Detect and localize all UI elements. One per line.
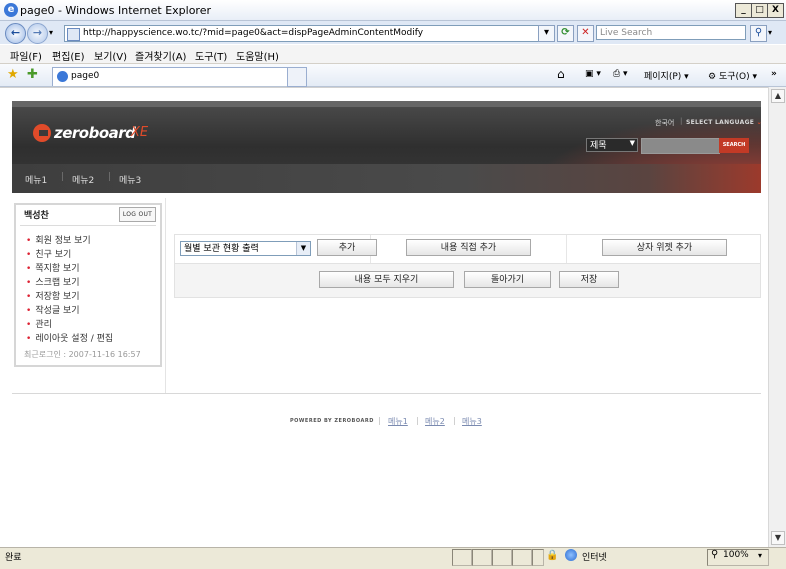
status-cell	[532, 549, 544, 566]
ie-page-icon	[57, 71, 68, 82]
site-logo[interactable]: zeroboard	[54, 124, 136, 142]
language-separator: |	[680, 117, 683, 125]
nav-menu2[interactable]: 메뉴2	[72, 173, 94, 186]
nav-separator: |	[108, 172, 112, 182]
status-cell	[512, 549, 532, 566]
vertical-scrollbar[interactable]: ▲ ▼	[768, 87, 786, 547]
account-link-admin[interactable]: • 관리	[26, 317, 52, 330]
site-logo-suffix: XE	[131, 125, 149, 140]
menu-help[interactable]: 도움말(H)	[236, 48, 279, 63]
menu-tools[interactable]: 도구(T)	[195, 48, 227, 63]
status-text: 완료	[5, 553, 22, 563]
footer-separator: |	[453, 416, 456, 425]
zoom-level[interactable]: 100%	[723, 550, 749, 560]
add-content-button[interactable]: 내용 직접 추가	[406, 239, 531, 256]
forward-arrow-icon[interactable]: →	[27, 23, 48, 44]
title-bar: e page0 - Windows Internet Explorer _ □ …	[0, 0, 786, 21]
account-link-written[interactable]: • 작성글 보기	[26, 303, 80, 316]
ie-logo-icon: e	[4, 3, 18, 17]
header-top-stripe	[12, 101, 761, 107]
account-link-saved[interactable]: • 저장함 보기	[26, 289, 80, 302]
search-type-select[interactable]: 제목 ▼	[586, 138, 638, 152]
status-cell	[452, 549, 472, 566]
left-column-bottom	[12, 369, 166, 394]
footer-link-menu1[interactable]: 메뉴1	[388, 416, 408, 427]
account-link-member-info[interactable]: • 회원 정보 보기	[26, 233, 91, 246]
status-cell	[472, 549, 492, 566]
divider	[20, 225, 156, 226]
tab-page0[interactable]: page0	[52, 67, 290, 86]
internet-globe-icon	[565, 549, 577, 561]
address-dropdown-icon[interactable]: ▾	[538, 25, 555, 42]
add-box-widget-button[interactable]: 상자 위젯 추가	[602, 239, 727, 256]
print-icon[interactable]: ⎙ ▾	[613, 69, 628, 79]
zeroboard-logo-icon[interactable]	[33, 124, 51, 142]
add-widget-button[interactable]: 추가	[317, 239, 377, 256]
stop-icon[interactable]: ✕	[577, 25, 594, 42]
page-icon	[67, 28, 80, 41]
save-button[interactable]: 저장	[559, 271, 619, 288]
toolbar-separator	[566, 235, 567, 263]
chevron-down-icon: ▼	[629, 139, 635, 147]
user-name: 백성찬	[24, 211, 49, 221]
security-zone[interactable]: 인터넷	[582, 550, 607, 563]
tools-menu[interactable]: ⚙ 도구(O) ▾	[708, 69, 757, 82]
maximize-button[interactable]: □	[751, 3, 768, 18]
security-lock-icon: 🔒	[546, 550, 559, 561]
refresh-icon[interactable]: ⟳	[557, 25, 574, 42]
more-chevron-icon[interactable]: »	[771, 69, 777, 79]
footer-link-menu2[interactable]: 메뉴2	[425, 416, 445, 427]
site-search-button[interactable]: SEARCH	[719, 138, 749, 153]
history-dropdown-icon[interactable]: ▾	[49, 28, 53, 37]
select-language-link[interactable]: SELECT LANGUAGE ⌄	[686, 119, 762, 126]
zoom-icon[interactable]: ⚲	[711, 549, 718, 560]
address-bar-row: ← → ▾ http://happyscience.wo.tc/?mid=pag…	[0, 21, 786, 44]
zoom-dropdown-icon[interactable]: ▾	[758, 551, 762, 560]
footer-separator: |	[416, 416, 419, 425]
back-button[interactable]: 돌아가기	[464, 271, 551, 288]
status-bar	[0, 547, 786, 569]
logout-button[interactable]: LOG OUT	[119, 207, 156, 222]
add-favorite-icon[interactable]: ✚	[27, 67, 38, 82]
footer-link-menu3[interactable]: 메뉴3	[462, 416, 482, 427]
powered-by[interactable]: POWERED BY ZEROBOARD	[290, 418, 374, 424]
chevron-down-icon: ▼	[296, 242, 310, 255]
nav-menu1[interactable]: 메뉴1	[25, 173, 47, 186]
column-divider	[165, 198, 166, 394]
account-link-friends[interactable]: • 친구 보기	[26, 247, 71, 260]
menu-favorites[interactable]: 즐겨찾기(A)	[135, 48, 186, 63]
footer-separator: |	[378, 416, 381, 425]
search-options-icon[interactable]: ▾	[768, 28, 772, 37]
account-link-scrap[interactable]: • 스크랩 보기	[26, 275, 80, 288]
address-input[interactable]: http://happyscience.wo.tc/?mid=page0&act…	[64, 25, 552, 42]
scroll-up-icon[interactable]: ▲	[771, 89, 785, 103]
account-link-layout[interactable]: • 레이아웃 설정 / 편집	[26, 331, 113, 344]
scroll-down-icon[interactable]: ▼	[771, 531, 785, 545]
back-arrow-icon[interactable]: ←	[5, 23, 26, 44]
account-link-messages[interactable]: • 쪽지함 보기	[26, 261, 80, 274]
widget-select[interactable]: 월별 보관 현황 출력 ▼	[180, 241, 311, 256]
home-icon[interactable]: ⌂	[557, 67, 565, 81]
menu-bar: 파일(F) 편집(E) 보기(V) 즐겨찾기(A) 도구(T) 도움말(H)	[0, 45, 786, 64]
new-tab-button[interactable]	[287, 67, 307, 87]
search-icon[interactable]: ⚲	[750, 25, 767, 42]
page-menu[interactable]: 페이지(P) ▾	[644, 69, 689, 82]
favorites-star-icon[interactable]: ★	[7, 67, 19, 82]
current-language: 한국어	[655, 119, 675, 127]
nav-separator: |	[61, 172, 65, 182]
footer-divider	[12, 393, 761, 394]
window-title: page0 - Windows Internet Explorer	[20, 4, 212, 17]
last-login: 최근로그인 : 2007-11-16 16:57	[24, 350, 141, 359]
close-window-button[interactable]: X	[767, 3, 784, 18]
live-search-input[interactable]: Live Search	[596, 25, 746, 40]
nav-menu3[interactable]: 메뉴3	[119, 173, 141, 186]
status-cell	[492, 549, 512, 566]
menu-view[interactable]: 보기(V)	[94, 48, 127, 63]
clear-all-button[interactable]: 내용 모두 지우기	[319, 271, 454, 288]
menu-edit[interactable]: 편집(E)	[52, 48, 85, 63]
menu-file[interactable]: 파일(F)	[10, 48, 42, 63]
feeds-icon[interactable]: ▣ ▾	[585, 69, 601, 79]
minimize-button[interactable]: _	[735, 3, 752, 18]
site-search-input[interactable]	[641, 138, 720, 154]
